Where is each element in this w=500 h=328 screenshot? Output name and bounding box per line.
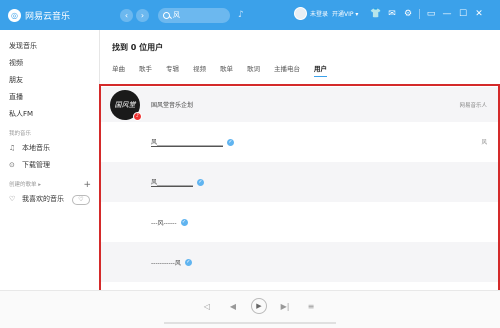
sidebar-item-friends[interactable]: 朋友 [0,72,99,89]
download-icon: ⊙ [9,161,15,169]
sidebar-item-video[interactable]: 视频 [0,55,99,72]
section-label: 创建的歌单 ▸ [9,182,42,188]
search-input[interactable]: 风 [158,7,230,23]
tab-videos[interactable]: 视频 [193,63,206,73]
top-bar: ◎ 网易云音乐 ‹ › 风 ♪ 未登录 开通VIP ▾ 👕 ✉ ⚙ ▭ — ☐ … [0,0,500,30]
tab-albums[interactable]: 专辑 [166,63,179,73]
list-item[interactable]: 国风堂 ♪ 国风堂音乐企划 网易音乐人 [100,87,500,122]
app-logo[interactable]: ◎ 网易云音乐 [8,8,108,22]
tab-playlists[interactable]: 歌单 [220,63,233,73]
search-tabs: 单曲 歌手 专辑 视频 歌单 歌词 主播电台 用户 [112,63,341,77]
play-button[interactable]: ▶ [251,298,267,314]
tab-songs[interactable]: 单曲 [112,63,125,73]
verified-icon: ✓ [184,258,192,266]
search-icon [163,11,170,19]
search-value: 风 [173,11,180,19]
list-item[interactable]: -----------风 ✓ [100,242,500,282]
user-tag: 网易音乐人 [459,102,487,109]
sidebar-item-favorites[interactable]: ♡ 我喜欢的音乐 ♡ [0,191,99,208]
tab-artists[interactable]: 歌手 [139,63,152,73]
skin-icon[interactable]: 👕 [368,9,384,19]
minimize-icon[interactable]: — [439,9,455,19]
user-results-list: 国风堂 ♪ 国风堂音乐企划 网易音乐人 风___________________… [100,83,500,290]
user-tag: 风 [481,140,487,146]
user-name: 风____________ [151,179,194,187]
user-name: 风______________________ [151,139,224,147]
forward-button[interactable]: › [136,8,149,22]
verified-icon: ✓ [227,138,235,146]
app-title: 网易云音乐 [25,11,71,22]
avatar[interactable]: 国风堂 ♪ [110,89,142,121]
list-item[interactable]: 风______________________ ✓ 风 [100,122,500,162]
list-item[interactable]: ---风------ ✓ [100,202,500,242]
vip-link[interactable]: 开通VIP ▾ [332,9,358,18]
player-bar: ◁ ◀ ▶ ▶| ≡ [0,290,500,328]
user-name-wrap[interactable]: -----------风 ✓ [151,258,192,267]
sidebar-item-local-music[interactable]: ♫ 本地音乐 [0,140,99,157]
tab-radio[interactable]: 主播电台 [274,63,300,73]
user-name-wrap[interactable]: 风______________________ ✓ [151,137,235,147]
list-item[interactable]: 风____________ ✓ [100,162,500,202]
sidebar-item-label: 本地音乐 [22,144,50,152]
sidebar: 发现音乐 视频 朋友 直播 私人FM 我的音乐 ♫ 本地音乐 ⊙ 下载管理 创建… [0,30,100,290]
result-count: 找到 0 位用户 [112,43,164,52]
sidebar-item-live[interactable]: 直播 [0,89,99,106]
heart-icon: ♡ [9,195,16,203]
music-recognition-icon[interactable]: ♪ [238,10,244,20]
verified-icon: ✓ [197,178,205,186]
avatar[interactable] [294,7,307,20]
user-name-wrap[interactable]: 风____________ ✓ [151,177,205,187]
musician-badge-icon: ♪ [133,111,142,121]
verified-icon: ✓ [180,218,188,226]
avatar-text: 国风堂 [114,100,136,109]
loop-mode-icon[interactable]: ◁ [194,302,220,311]
user-name-wrap[interactable]: ---风------ ✓ [151,218,188,227]
sidebar-item-label: 下载管理 [22,161,50,169]
sidebar-item-fm[interactable]: 私人FM [0,106,99,123]
add-playlist-icon[interactable]: + [83,179,91,191]
next-track-icon[interactable]: ▶| [272,302,298,311]
heartbeat-mode-button[interactable]: ♡ [72,194,90,205]
close-icon[interactable]: ✕ [471,9,487,19]
sidebar-item-label: 我喜欢的音乐 [22,195,64,203]
sidebar-item-discover[interactable]: 发现音乐 [0,38,99,55]
created-playlists-section[interactable]: 创建的歌单 ▸ + [0,179,99,191]
user-name[interactable]: 国风堂音乐企划 [151,100,193,109]
back-button[interactable]: ‹ [120,8,133,22]
mini-mode-icon[interactable]: ▭ [423,9,439,19]
mail-icon[interactable]: ✉ [384,9,400,19]
section-label: 我的音乐 [9,131,32,137]
sidebar-item-downloads[interactable]: ⊙ 下载管理 [0,157,99,174]
tab-users[interactable]: 用户 [314,63,327,77]
tab-lyrics[interactable]: 歌词 [247,63,260,73]
user-name: -----------风 [151,259,181,267]
my-music-section-title: 我的音乐 [0,128,99,140]
netease-logo-icon: ◎ [8,8,21,22]
maximize-icon[interactable]: ☐ [455,9,471,19]
lyrics-icon[interactable]: ≡ [298,302,324,311]
username-label[interactable]: 未登录 [310,9,328,18]
music-note-icon: ♫ [9,144,16,152]
settings-icon[interactable]: ⚙ [400,9,416,19]
user-name: ---风------ [151,219,177,227]
previous-track-icon[interactable]: ◀ [220,302,246,311]
progress-bar[interactable] [164,322,336,324]
main-content: 找到 0 位用户 单曲 歌手 专辑 视频 歌单 歌词 主播电台 用户 国风堂 ♪… [100,30,500,290]
divider [419,9,420,19]
